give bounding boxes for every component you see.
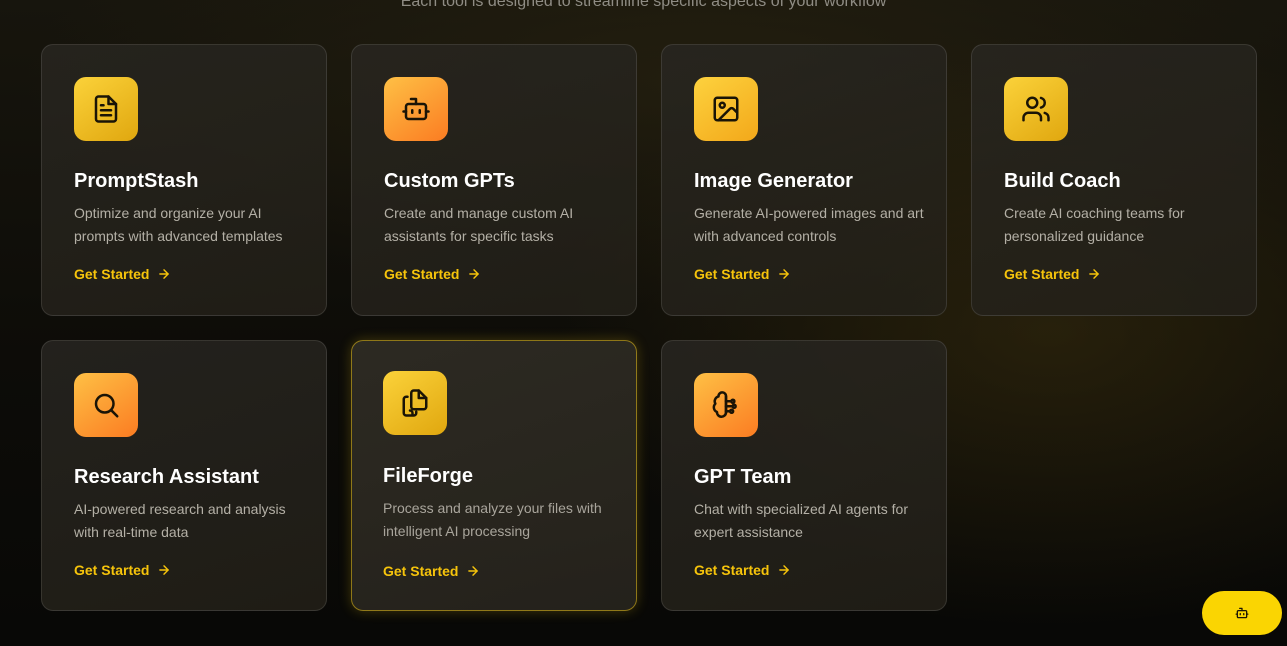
- tool-title: Build Coach: [1004, 170, 1121, 192]
- arrow-right-icon: [469, 269, 480, 279]
- get-started-link[interactable]: Get Started: [1004, 265, 1101, 283]
- tool-title: Image Generator: [694, 170, 853, 192]
- get-started-link[interactable]: Get Started: [694, 561, 791, 579]
- tool-description: Create and manage custom AI assistants f…: [384, 205, 574, 244]
- search-icon: [74, 373, 138, 437]
- tool-title: Custom GPTs: [384, 170, 515, 192]
- tool-card-fileforge[interactable]: FileForge Process and analyze your files…: [351, 340, 637, 611]
- arrow-right-icon: [468, 566, 479, 576]
- bot-icon: [384, 77, 448, 141]
- get-started-label: Get Started: [383, 563, 459, 579]
- tool-title: Research Assistant: [74, 466, 259, 488]
- tool-title: PromptStash: [74, 170, 199, 192]
- tool-card-build-coach[interactable]: Build Coach Create AI coaching teams for…: [971, 44, 1257, 316]
- arrow-right-icon: [779, 565, 790, 575]
- file-text-icon: [74, 77, 138, 141]
- tool-description: Create AI coaching teams for personalize…: [1004, 205, 1185, 244]
- get-started-link[interactable]: Get Started: [74, 265, 171, 283]
- get-started-link[interactable]: Get Started: [694, 265, 791, 283]
- get-started-label: Get Started: [1004, 266, 1080, 282]
- tool-description: Process and analyze your files with inte…: [383, 500, 602, 539]
- tool-description: AI-powered research and analysis with re…: [74, 501, 286, 540]
- get-started-label: Get Started: [694, 562, 770, 578]
- image-icon: [694, 77, 758, 141]
- get-started-label: Get Started: [384, 266, 460, 282]
- get-started-label: Get Started: [74, 266, 150, 282]
- tool-card-promptstash[interactable]: PromptStash Optimize and organize your A…: [41, 44, 327, 316]
- arrow-right-icon: [159, 565, 170, 575]
- get-started-label: Get Started: [74, 562, 150, 578]
- arrow-right-icon: [159, 269, 170, 279]
- tool-title: GPT Team: [694, 466, 792, 488]
- chat-assistant-button[interactable]: [1202, 591, 1282, 635]
- tool-description: Chat with specialized AI agents for expe…: [694, 501, 909, 540]
- users-icon: [1004, 77, 1068, 141]
- tool-title: FileForge: [383, 465, 474, 487]
- tool-description: Generate AI-powered images and art with …: [694, 205, 924, 244]
- section-subtitle: Each tool is designed to streamline spec…: [400, 0, 887, 10]
- tool-description: Optimize and organize your AI prompts wi…: [74, 205, 283, 244]
- tool-card-image-generator[interactable]: Image Generator Generate AI-powered imag…: [661, 44, 947, 316]
- files-icon: [383, 371, 447, 435]
- tool-card-research-assistant[interactable]: Research Assistant AI-powered research a…: [41, 340, 327, 611]
- arrow-right-icon: [1089, 269, 1100, 279]
- tool-card-gpt-team[interactable]: GPT Team Chat with specialized AI agents…: [661, 340, 947, 611]
- get-started-link[interactable]: Get Started: [383, 562, 480, 580]
- get-started-label: Get Started: [694, 266, 770, 282]
- tool-card-custom-gpts[interactable]: Custom GPTs Create and manage custom AI …: [351, 44, 637, 316]
- get-started-link[interactable]: Get Started: [74, 561, 171, 579]
- get-started-link[interactable]: Get Started: [384, 265, 481, 283]
- arrow-right-icon: [779, 269, 790, 279]
- brain-icon: [694, 373, 758, 437]
- bot-icon: [1235, 607, 1249, 619]
